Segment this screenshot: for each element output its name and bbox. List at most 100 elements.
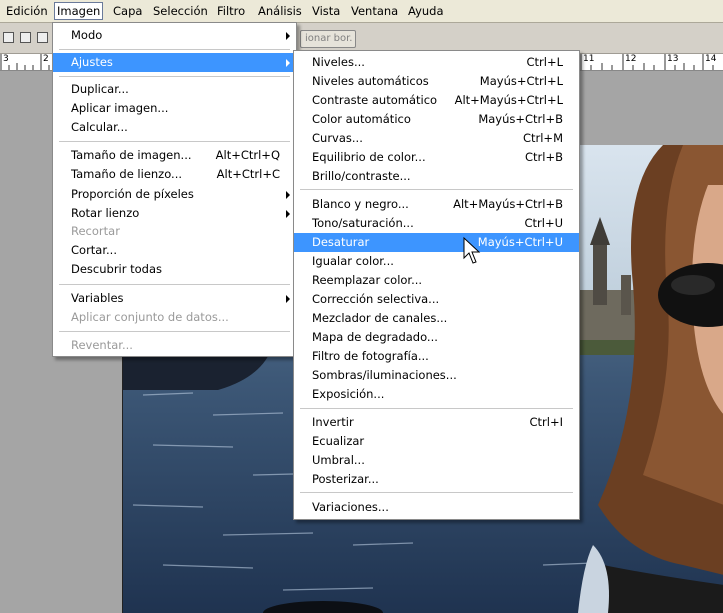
menu-item-label: Tamaño de lienzo... bbox=[71, 167, 183, 181]
menu-item-label: Niveles automáticos bbox=[312, 74, 429, 88]
menu-item-label: Equilibrio de color... bbox=[312, 150, 426, 164]
menu-item-contraste-automatico[interactable]: Contraste automático Alt+Mayús+Ctrl+L bbox=[294, 91, 579, 110]
menu-item-label: Reemplazar color... bbox=[312, 273, 423, 287]
menu-item-modo[interactable]: Modo bbox=[53, 26, 296, 45]
menu-item-exposicion[interactable]: Exposición... bbox=[294, 385, 579, 404]
menu-item-color-automatico[interactable]: Color automático Mayús+Ctrl+B bbox=[294, 110, 579, 129]
menu-item-correccion-selectiva[interactable]: Corrección selectiva... bbox=[294, 290, 579, 309]
menu-item-shortcut: Alt+Mayús+Ctrl+B bbox=[453, 197, 563, 211]
menu-item-desaturar[interactable]: Desaturar Mayús+Ctrl+U bbox=[294, 233, 579, 252]
menu-item-label: Posterizar... bbox=[312, 472, 379, 486]
menu-separator bbox=[300, 189, 573, 190]
submenu-arrow-icon bbox=[286, 210, 290, 218]
menu-item-label: Tono/saturación... bbox=[312, 216, 414, 230]
add-selection-icon[interactable] bbox=[20, 32, 31, 43]
menu-separator bbox=[59, 141, 290, 142]
menu-item-mezclador-canales[interactable]: Mezclador de canales... bbox=[294, 309, 579, 328]
menu-item-label: Aplicar conjunto de datos... bbox=[71, 310, 229, 324]
menu-item-equilibrio-color[interactable]: Equilibrio de color... Ctrl+B bbox=[294, 148, 579, 167]
menu-item-mapa-degradado[interactable]: Mapa de degradado... bbox=[294, 328, 579, 347]
menu-item-label: Ecualizar bbox=[312, 434, 365, 448]
menu-edicion[interactable]: Edición bbox=[4, 3, 50, 19]
ruler-label: 12 bbox=[625, 54, 637, 64]
menu-filtro[interactable]: Filtro bbox=[215, 3, 247, 19]
menu-item-brillo-contraste[interactable]: Brillo/contraste... bbox=[294, 167, 579, 186]
menu-item-label: Rotar lienzo bbox=[71, 206, 140, 220]
menu-item-label: Proporción de píxeles bbox=[71, 187, 194, 201]
menu-item-niveles[interactable]: Niveles... Ctrl+L bbox=[294, 53, 579, 72]
menu-seleccion[interactable]: Selección bbox=[151, 3, 210, 19]
menu-item-igualar-color[interactable]: Igualar color... bbox=[294, 252, 579, 271]
menu-item-label: Variaciones... bbox=[312, 500, 389, 514]
menu-separator bbox=[59, 49, 290, 50]
menu-analisis[interactable]: Análisis bbox=[256, 3, 304, 19]
subtract-selection-icon[interactable] bbox=[37, 32, 48, 43]
submenu-arrow-icon bbox=[286, 32, 290, 40]
menu-item-blanco-negro[interactable]: Blanco y negro... Alt+Mayús+Ctrl+B bbox=[294, 195, 579, 214]
menu-separator bbox=[59, 76, 290, 77]
ruler-label: 13 bbox=[667, 54, 679, 64]
menu-item-label: Blanco y negro... bbox=[312, 197, 409, 211]
menu-item-variables[interactable]: Variables bbox=[53, 289, 296, 308]
menu-item-shortcut: Alt+Mayús+Ctrl+L bbox=[454, 93, 563, 107]
menu-item-label: Contraste automático bbox=[312, 93, 438, 107]
menu-separator bbox=[59, 284, 290, 285]
menu-item-label: Color automático bbox=[312, 112, 411, 126]
menu-item-label: Calcular... bbox=[71, 120, 128, 134]
menu-item-filtro-fotografia[interactable]: Filtro de fotografía... bbox=[294, 347, 579, 366]
menu-item-sombras-iluminaciones[interactable]: Sombras/iluminaciones... bbox=[294, 366, 579, 385]
ruler-label: 3 bbox=[3, 54, 9, 64]
menu-capa[interactable]: Capa bbox=[111, 3, 144, 19]
menu-item-label: Reventar... bbox=[71, 338, 133, 352]
menu-item-posterizar[interactable]: Posterizar... bbox=[294, 470, 579, 489]
menu-item-label: Niveles... bbox=[312, 55, 365, 69]
menu-item-label: Descubrir todas bbox=[71, 262, 163, 276]
menu-item-aplicar-imagen[interactable]: Aplicar imagen... bbox=[53, 99, 296, 118]
menu-item-label: Exposición... bbox=[312, 387, 385, 401]
menu-item-label: Invertir bbox=[312, 415, 354, 429]
new-selection-icon[interactable] bbox=[3, 32, 14, 43]
menu-item-ecualizar[interactable]: Ecualizar bbox=[294, 432, 579, 451]
menu-bar: Edición Imagen Capa Selección Filtro Aná… bbox=[0, 0, 723, 23]
menu-item-label: Cortar... bbox=[71, 243, 117, 257]
menu-item-calcular[interactable]: Calcular... bbox=[53, 118, 296, 137]
menu-item-label: Modo bbox=[71, 28, 103, 42]
ruler-label: 14 bbox=[705, 54, 717, 64]
menu-item-tono-saturacion[interactable]: Tono/saturación... Ctrl+U bbox=[294, 214, 579, 233]
menu-item-label: Corrección selectiva... bbox=[312, 292, 440, 306]
menu-item-duplicar[interactable]: Duplicar... bbox=[53, 80, 296, 99]
menu-item-invertir[interactable]: Invertir Ctrl+I bbox=[294, 413, 579, 432]
menu-item-aplicar-conjunto-datos: Aplicar conjunto de datos... bbox=[53, 308, 296, 327]
menu-item-shortcut: Alt+Ctrl+Q bbox=[215, 148, 280, 162]
menu-item-tamano-lienzo[interactable]: Tamaño de lienzo... Alt+Ctrl+C bbox=[53, 165, 296, 184]
menu-item-label: Desaturar bbox=[312, 235, 370, 249]
menu-item-cortar[interactable]: Cortar... bbox=[53, 241, 296, 260]
refine-edge-button[interactable]: ionar bor. bbox=[300, 30, 356, 48]
menu-ventana[interactable]: Ventana bbox=[349, 3, 400, 19]
menu-item-reemplazar-color[interactable]: Reemplazar color... bbox=[294, 271, 579, 290]
menu-ayuda[interactable]: Ayuda bbox=[406, 3, 446, 19]
menu-item-label: Variables bbox=[71, 291, 124, 305]
menu-imagen[interactable]: Imagen bbox=[54, 2, 104, 20]
menu-item-recortar: Recortar bbox=[53, 222, 296, 241]
menu-separator bbox=[300, 492, 573, 493]
menu-item-ajustes[interactable]: Ajustes bbox=[53, 53, 296, 72]
menu-item-proporcion-pixeles[interactable]: Proporción de píxeles bbox=[53, 185, 296, 204]
menu-item-curvas[interactable]: Curvas... Ctrl+M bbox=[294, 129, 579, 148]
menu-item-variaciones[interactable]: Variaciones... bbox=[294, 498, 579, 517]
ruler-label: 11 bbox=[583, 54, 595, 64]
ruler-label: 2 bbox=[43, 54, 49, 64]
menu-item-niveles-automaticos[interactable]: Niveles automáticos Mayús+Ctrl+L bbox=[294, 72, 579, 91]
menu-item-umbral[interactable]: Umbral... bbox=[294, 451, 579, 470]
menu-vista[interactable]: Vista bbox=[310, 3, 342, 19]
menu-item-shortcut: Ctrl+B bbox=[525, 150, 563, 164]
menu-item-shortcut: Mayús+Ctrl+B bbox=[478, 112, 563, 126]
menu-item-shortcut: Ctrl+M bbox=[522, 131, 563, 145]
menu-item-rotar-lienzo[interactable]: Rotar lienzo bbox=[53, 204, 296, 223]
menu-item-descubrir-todas[interactable]: Descubrir todas bbox=[53, 260, 296, 279]
imagen-menu: Modo Ajustes Duplicar... Aplicar imagen.… bbox=[52, 22, 297, 357]
submenu-arrow-icon bbox=[286, 295, 290, 303]
menu-item-tamano-imagen[interactable]: Tamaño de imagen... Alt+Ctrl+Q bbox=[53, 146, 296, 165]
menu-item-label: Ajustes bbox=[71, 55, 113, 69]
menu-item-shortcut: Mayús+Ctrl+U bbox=[477, 235, 563, 249]
